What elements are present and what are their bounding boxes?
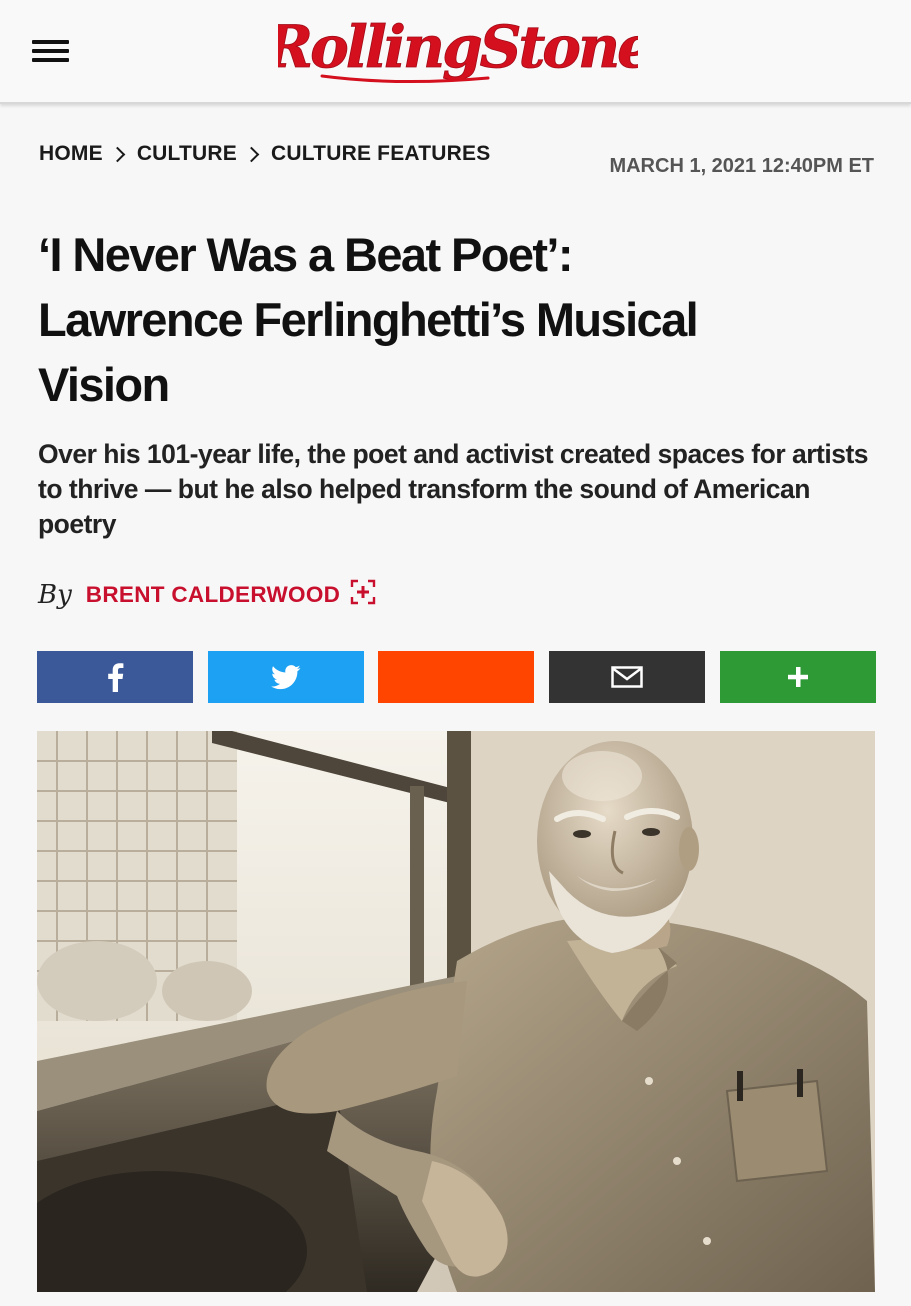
more-share-button[interactable] [720, 651, 876, 703]
facebook-share-button[interactable] [37, 651, 193, 703]
breadcrumb: HOME CULTURE CULTURE FEATURES [39, 142, 490, 166]
headline-line-3: Vision [38, 358, 170, 411]
follow-author-plus-icon[interactable] [350, 579, 376, 605]
site-header: RollingStone [0, 0, 911, 104]
share-bar [37, 651, 876, 703]
email-icon [611, 666, 643, 688]
logo-text: RollingStone [278, 13, 638, 81]
hamburger-menu-icon[interactable] [32, 36, 70, 66]
author-link[interactable]: BRENT CALDERWOOD [86, 582, 340, 608]
headline-line-2: Lawrence Ferlinghetti’s Musical [38, 293, 699, 346]
facebook-icon [108, 663, 124, 692]
hero-photo[interactable] [37, 731, 875, 1292]
reddit-share-button[interactable] [378, 651, 534, 703]
chevron-right-icon [109, 146, 126, 162]
headline-line-1: ‘I Never Was a Beat Poet’: [38, 228, 574, 281]
twitter-share-button[interactable] [208, 651, 364, 703]
rolling-stone-logo[interactable]: RollingStone [278, 10, 638, 90]
chevron-right-icon [243, 146, 260, 162]
article-headline: ‘I Never Was a Beat Poet’: Lawrence Ferl… [38, 222, 878, 417]
breadcrumb-culture[interactable]: CULTURE [137, 142, 237, 166]
email-share-button[interactable] [549, 651, 705, 703]
breadcrumb-culture-features[interactable]: CULTURE FEATURES [271, 142, 490, 166]
article-dek: Over his 101-year life, the poet and act… [38, 439, 869, 539]
breadcrumb-home[interactable]: HOME [39, 142, 103, 166]
byline: By BRENT CALDERWOOD [38, 579, 376, 610]
twitter-icon [271, 664, 301, 689]
sepia-portrait-photo [37, 731, 875, 1292]
publish-date: MARCH 1, 2021 12:40PM ET [609, 155, 874, 177]
byline-prefix: By [38, 580, 72, 610]
plus-icon [788, 667, 808, 687]
